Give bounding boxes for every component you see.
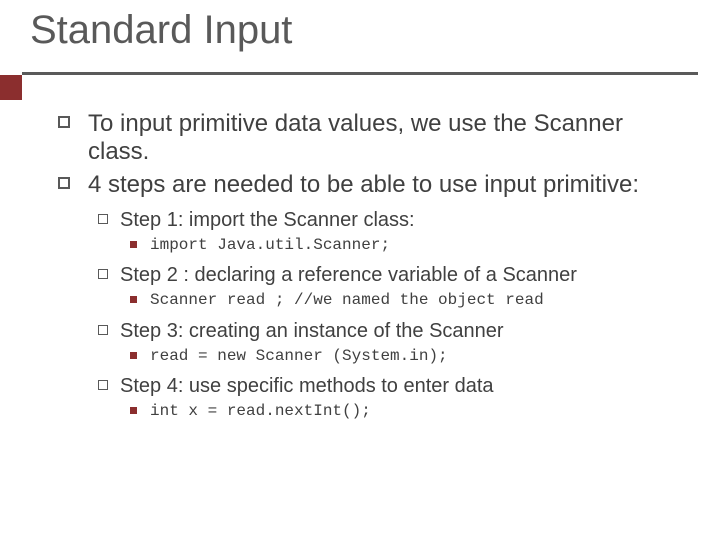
bullet-text: 4 steps are needed to be able to use inp… bbox=[88, 171, 639, 198]
bullet-l2-step4: Step 4: use specific methods to enter da… bbox=[58, 375, 688, 398]
bullet-text: Step 3: creating an instance of the Scan… bbox=[120, 320, 504, 342]
slide: Standard Input To input primitive data v… bbox=[0, 0, 720, 540]
accent-block bbox=[0, 75, 22, 100]
bullet-l2-step1: Step 1: import the Scanner class: bbox=[58, 209, 688, 232]
bullet-l3-code: import Java.util.Scanner; bbox=[58, 236, 688, 254]
code-text: int x = read.nextInt(); bbox=[150, 402, 371, 420]
title-divider bbox=[22, 72, 698, 75]
bullet-text: To input primitive data values, we use t… bbox=[88, 110, 623, 165]
code-text: Scanner read ; //we named the object rea… bbox=[150, 291, 544, 309]
code-text: read = new Scanner (System.in); bbox=[150, 347, 448, 365]
square-open-icon bbox=[98, 380, 108, 390]
slide-body: To input primitive data values, we use t… bbox=[58, 110, 688, 428]
square-open-icon bbox=[98, 214, 108, 224]
bullet-l1: To input primitive data values, we use t… bbox=[58, 110, 688, 165]
square-fill-icon bbox=[130, 296, 137, 303]
square-open-icon bbox=[58, 177, 70, 189]
square-fill-icon bbox=[130, 241, 137, 248]
bullet-l1: 4 steps are needed to be able to use inp… bbox=[58, 171, 688, 199]
bullet-l2-step2: Step 2 : declaring a reference variable … bbox=[58, 264, 688, 287]
square-open-icon bbox=[98, 325, 108, 335]
square-open-icon bbox=[58, 116, 70, 128]
bullet-l2-step3: Step 3: creating an instance of the Scan… bbox=[58, 320, 688, 343]
square-open-icon bbox=[98, 269, 108, 279]
bullet-l3-code: read = new Scanner (System.in); bbox=[58, 347, 688, 365]
bullet-text: Step 4: use specific methods to enter da… bbox=[120, 375, 494, 397]
bullet-text: Step 2 : declaring a reference variable … bbox=[120, 264, 577, 286]
square-fill-icon bbox=[130, 407, 137, 414]
bullet-l3-code: int x = read.nextInt(); bbox=[58, 402, 688, 420]
code-text: import Java.util.Scanner; bbox=[150, 236, 390, 254]
bullet-text: Step 1: import the Scanner class: bbox=[120, 209, 415, 231]
square-fill-icon bbox=[130, 352, 137, 359]
slide-title: Standard Input bbox=[30, 8, 292, 53]
bullet-l3-code: Scanner read ; //we named the object rea… bbox=[58, 291, 688, 309]
